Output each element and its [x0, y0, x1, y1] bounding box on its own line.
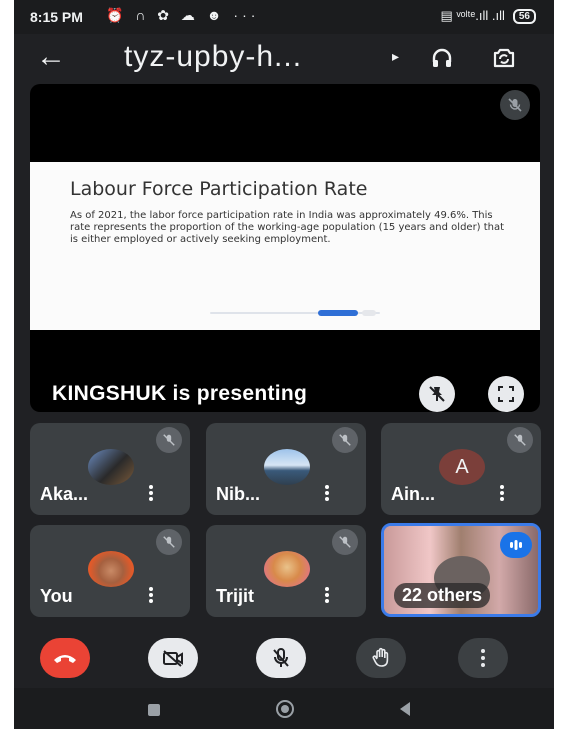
others-count: 22 others: [394, 583, 491, 608]
participant-tile-nib[interactable]: Nib...: [206, 423, 366, 515]
more-options-icon[interactable]: [146, 585, 156, 605]
unpin-button[interactable]: [419, 376, 455, 412]
status-time: 8:15 PM: [30, 9, 83, 25]
more-options-icon[interactable]: [322, 585, 332, 605]
avatar: A: [439, 449, 485, 485]
fullscreen-icon: [498, 386, 514, 402]
participant-tile-aka[interactable]: Aka...: [30, 423, 190, 515]
switch-camera-icon[interactable]: [490, 44, 518, 72]
participant-name: Ain...: [391, 484, 435, 504]
raise-hand-icon: [372, 647, 389, 667]
signal-icons: ▤ ᵛᵒˡᵗᵉ.ıll .ıll: [440, 8, 505, 23]
meet-screen: 8:15 PM ⏰ ∩ ✿ ☁ ☻ ··· ▤ ᵛᵒˡᵗᵉ.ıll .ıll 5…: [14, 0, 554, 729]
meeting-code-title[interactable]: tyz-upby-h...: [124, 40, 302, 74]
more-options-icon[interactable]: [322, 483, 332, 503]
slide-footer-bar: [210, 310, 380, 316]
battery-icon: 56: [512, 8, 536, 24]
end-call-button[interactable]: [40, 638, 90, 678]
camera-off-icon: [163, 650, 183, 667]
more-vert-icon: [481, 649, 485, 667]
mic-off-icon: [332, 427, 358, 453]
fullscreen-button[interactable]: [488, 376, 524, 412]
nav-back-icon[interactable]: [400, 702, 410, 716]
app-bar: ← tyz-upby-h... ▸: [14, 34, 554, 84]
avatar: [264, 551, 310, 587]
presentation-tile[interactable]: Labour Force Participation Rate As of 20…: [30, 84, 540, 412]
participant-name: Trijit: [216, 586, 255, 606]
status-bar: 8:15 PM ⏰ ∩ ✿ ☁ ☻ ··· ▤ ᵛᵒˡᵗᵉ.ıll .ıll 5…: [14, 0, 554, 34]
mic-off-button[interactable]: [256, 638, 306, 678]
others-tile[interactable]: 22 others: [381, 523, 541, 617]
mic-off-icon: [156, 529, 182, 555]
raise-hand-button[interactable]: [356, 638, 406, 678]
pin-off-icon: [429, 386, 445, 402]
mic-off-icon: [332, 529, 358, 555]
participant-name: Nib...: [216, 484, 260, 504]
camera-off-button[interactable]: [148, 638, 198, 678]
participant-tile-trijit[interactable]: Trijit: [206, 525, 366, 617]
shared-slide: Labour Force Participation Rate As of 20…: [30, 162, 540, 330]
more-options-icon[interactable]: [497, 483, 507, 503]
notification-icons: ⏰ ∩ ✿ ☁ ☻ ···: [106, 7, 260, 23]
meeting-details-arrow-icon[interactable]: ▸: [392, 48, 399, 65]
speaking-indicator-icon: [500, 532, 532, 558]
home-icon[interactable]: [276, 700, 294, 718]
avatar: [88, 551, 134, 587]
end-call-icon: [54, 655, 76, 663]
recent-apps-icon[interactable]: [148, 704, 160, 716]
avatar: [264, 449, 310, 485]
headphones-icon[interactable]: [430, 46, 454, 70]
slide-title: Labour Force Participation Rate: [70, 178, 368, 200]
mic-off-icon: [507, 427, 533, 453]
participant-name: Aka...: [40, 484, 89, 504]
back-arrow-icon[interactable]: ←: [36, 40, 66, 74]
participant-tile-you[interactable]: You: [30, 525, 190, 617]
system-nav-bar: [14, 688, 554, 729]
participant-name: You: [40, 586, 73, 606]
more-options-button[interactable]: [458, 638, 508, 678]
participant-tile-ain[interactable]: A Ain...: [381, 423, 541, 515]
status-right: ▤ ᵛᵒˡᵗᵉ.ıll .ıll 56: [441, 8, 536, 24]
avatar-initial: A: [455, 455, 469, 478]
more-options-icon[interactable]: [146, 483, 156, 503]
presenter-label: KINGSHUK is presenting: [52, 382, 308, 405]
slide-body: As of 2021, the labor force participatio…: [70, 210, 505, 245]
mic-off-icon: [156, 427, 182, 453]
avatar: [88, 449, 134, 485]
mic-off-icon: [273, 648, 289, 667]
mic-off-icon: [500, 90, 530, 120]
